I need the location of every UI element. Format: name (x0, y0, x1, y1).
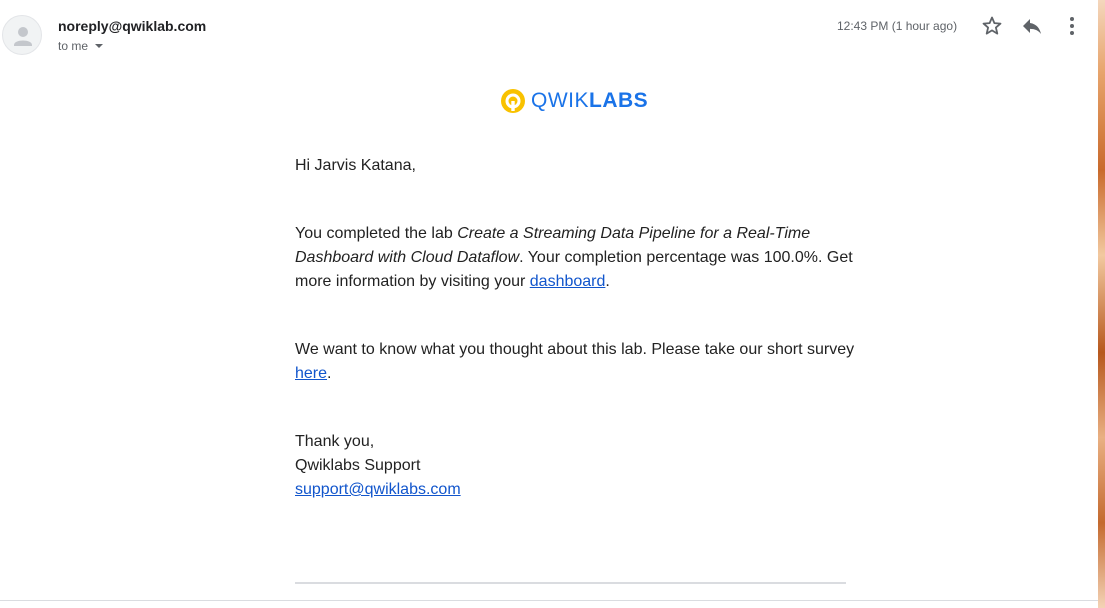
completion-paragraph: You completed the lab Create a Streaming… (295, 222, 855, 294)
signature-block: Thank you, Qwiklabs Support support@qwik… (295, 430, 855, 502)
sender-address[interactable]: noreply@qwiklab.com (58, 18, 206, 34)
qwiklabs-logo-mark-icon (501, 89, 525, 113)
reply-icon[interactable] (1020, 14, 1044, 38)
team-name: Qwiklabs Support (295, 457, 421, 474)
survey-prefix: We want to know what you thought about t… (295, 341, 855, 358)
content-divider (295, 582, 846, 584)
logo-text-qwik: QWIK (531, 89, 589, 112)
person-avatar-icon[interactable] (2, 15, 42, 55)
background-window-edge (1098, 0, 1105, 608)
dashboard-link[interactable]: dashboard (530, 273, 606, 290)
recipient-label: to me (58, 39, 89, 53)
support-email-link[interactable]: support@qwiklabs.com (295, 481, 461, 498)
star-icon[interactable] (980, 14, 1004, 38)
logo-text-labs: LABS (589, 89, 649, 112)
email-header: noreply@qwiklab.com to me 12:43 PM (1 ho… (0, 0, 1098, 70)
chevron-down-icon[interactable] (94, 41, 104, 51)
thanks-line: Thank you, (295, 433, 375, 450)
survey-paragraph: We want to know what you thought about t… (295, 338, 855, 386)
qwiklabs-logo: QWIKLABS (499, 87, 648, 115)
bottom-border (0, 600, 1098, 601)
more-vert-icon[interactable] (1060, 14, 1084, 38)
completion-end: . (605, 273, 610, 290)
completion-prefix: You completed the lab (295, 225, 458, 242)
greeting-line: Hi Jarvis Katana, (295, 157, 416, 174)
qwiklabs-wordmark: QWIKLABS (531, 87, 648, 115)
recipient-details-toggle[interactable]: to me (58, 39, 104, 53)
survey-end: . (327, 365, 332, 382)
email-timestamp: 12:43 PM (1 hour ago) (837, 19, 958, 33)
survey-link[interactable]: here (295, 365, 327, 382)
